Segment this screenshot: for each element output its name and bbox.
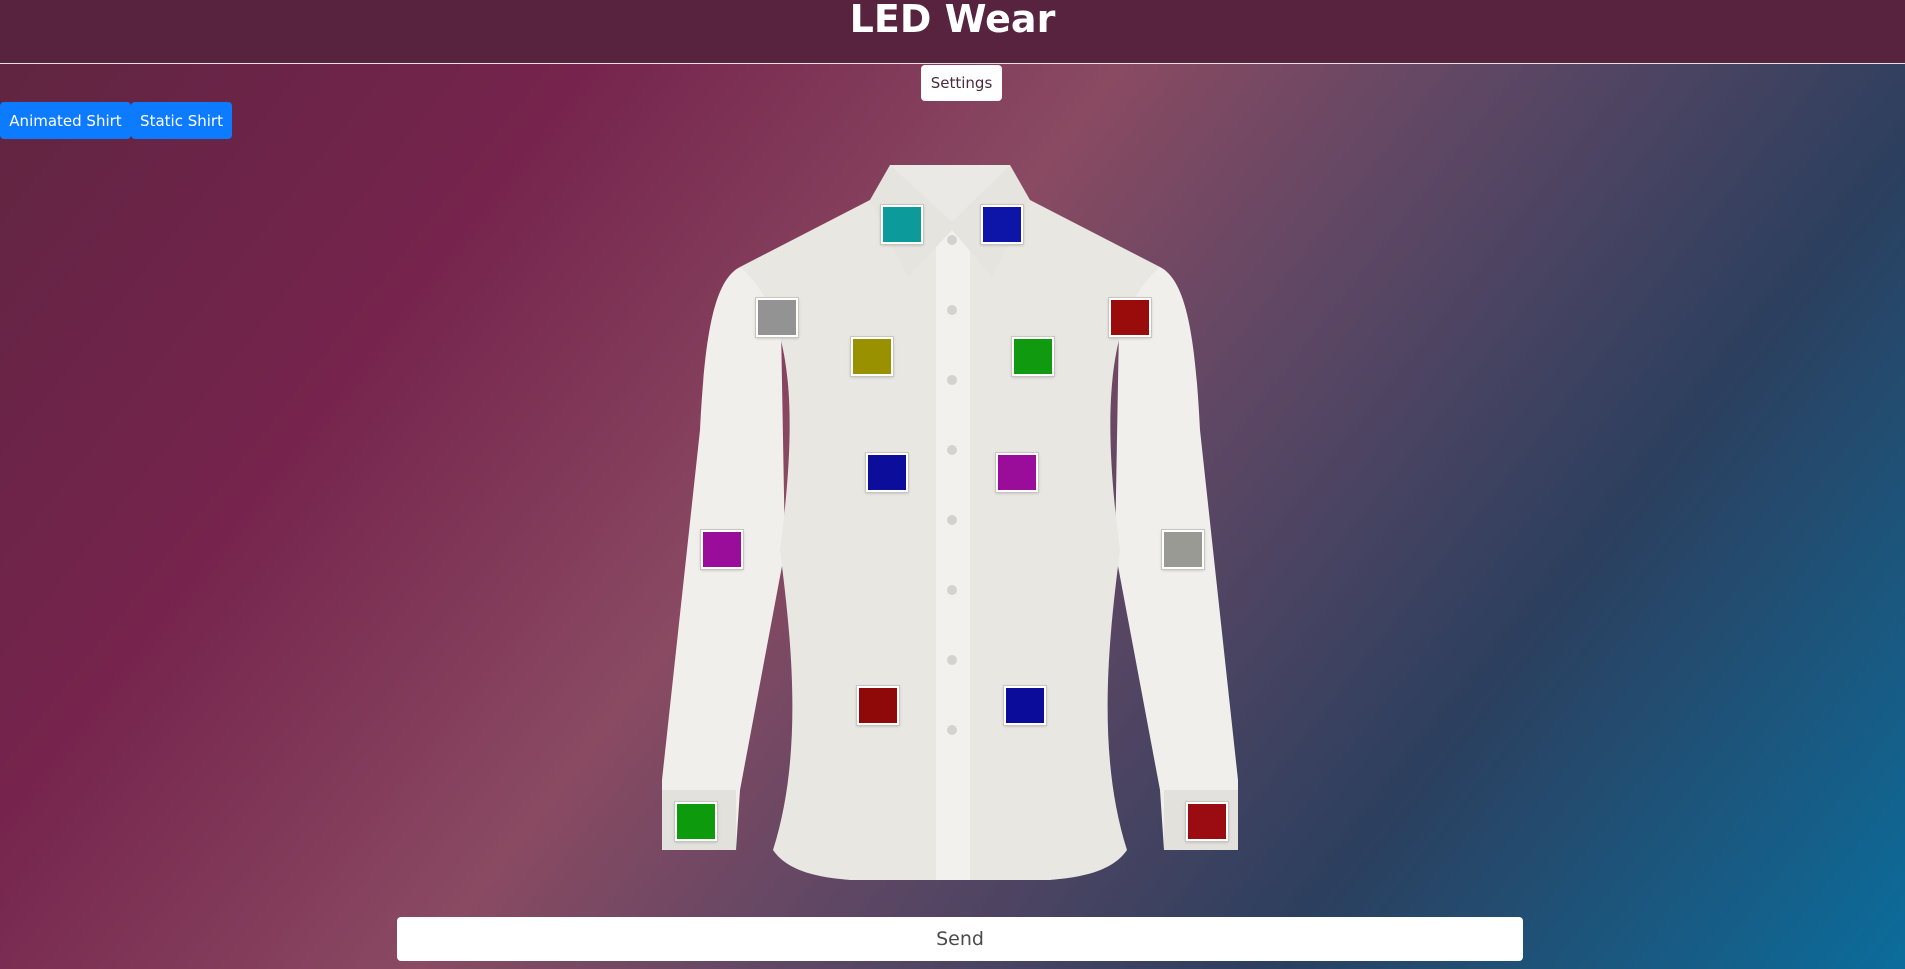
shirt-canvas bbox=[640, 150, 1260, 890]
led-cuff-left[interactable] bbox=[675, 802, 717, 841]
led-waist-right[interactable] bbox=[1004, 686, 1046, 725]
led-chest-left-upper[interactable] bbox=[851, 337, 893, 376]
app-title: LED Wear bbox=[849, 0, 1056, 41]
led-chest-left-mid[interactable] bbox=[866, 453, 908, 492]
led-chest-right-mid[interactable] bbox=[996, 453, 1038, 492]
static-shirt-button[interactable]: Static Shirt bbox=[131, 102, 232, 139]
led-sleeve-left[interactable] bbox=[701, 530, 743, 569]
led-sleeve-right[interactable] bbox=[1162, 530, 1204, 569]
led-collar-right[interactable] bbox=[981, 205, 1023, 244]
settings-button[interactable]: Settings bbox=[921, 65, 1002, 101]
led-shoulder-right[interactable] bbox=[1109, 298, 1151, 337]
led-cuff-right[interactable] bbox=[1186, 802, 1228, 841]
led-collar-left[interactable] bbox=[881, 205, 923, 244]
animated-shirt-button[interactable]: Animated Shirt bbox=[0, 102, 131, 139]
led-chest-right-upper[interactable] bbox=[1012, 337, 1054, 376]
app-header: LED Wear bbox=[0, 0, 1905, 64]
send-button[interactable]: Send bbox=[397, 917, 1523, 961]
led-waist-left[interactable] bbox=[857, 686, 899, 725]
shirt-illustration bbox=[662, 165, 1238, 880]
led-shoulder-left[interactable] bbox=[756, 298, 798, 337]
